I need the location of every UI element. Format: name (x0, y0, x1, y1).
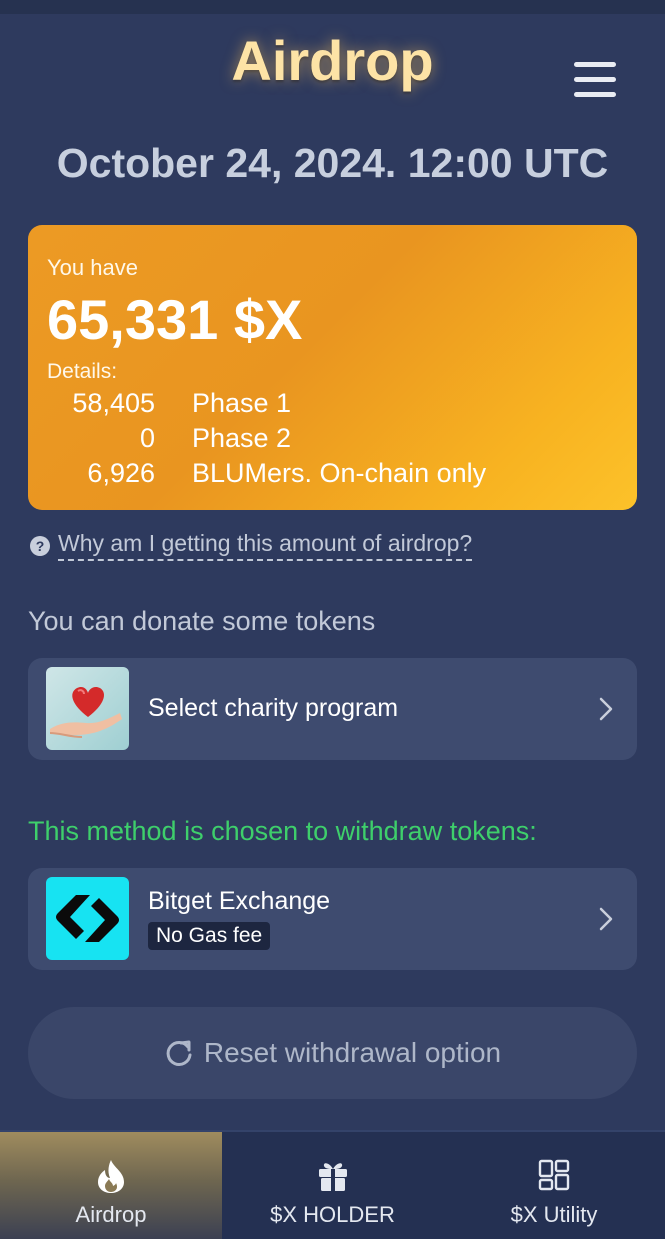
details-row-phase-1: 58,405 Phase 1 (47, 388, 607, 422)
reset-button-label: Reset withdrawal option (203, 1037, 502, 1068)
no-gas-fee-badge: No Gas fee (148, 922, 271, 950)
details-label: Details: (47, 360, 118, 383)
bottom-navigation: Airdrop $X HOLDER $X Utility (0, 1130, 665, 1239)
balance-amount: 65,331 $X (47, 288, 303, 351)
details-row-blumers: 6,926 BLUMers. On-chain only (47, 458, 607, 492)
chevron-right-icon (599, 907, 613, 931)
question-circle-icon: ? (30, 535, 50, 556)
balance-card: You have 65,331 $X Details: 58,405 Phase… (28, 225, 637, 510)
details-row-phase-2: 0 Phase 2 (47, 423, 607, 457)
nav-tab-x-utility[interactable]: $X Utility (443, 1132, 665, 1239)
page-title: Airdrop (231, 29, 434, 92)
withdraw-method-button[interactable]: Bitget Exchange No Gas fee (28, 868, 637, 970)
withdraw-method-name: Bitget Exchange (148, 887, 331, 915)
details-label-text: Phase 1 (192, 388, 292, 418)
bitget-logo-icon (46, 877, 129, 960)
faq-link-text[interactable]: Why am I getting this amount of airdrop? (58, 530, 473, 561)
gift-icon (318, 1163, 347, 1191)
details-label-text: BLUMers. On-chain only (192, 458, 487, 488)
nav-tab-x-holder[interactable]: $X HOLDER (222, 1132, 443, 1239)
nav-tab-airdrop[interactable]: Airdrop (0, 1132, 222, 1239)
flame-icon (98, 1160, 124, 1193)
chevron-right-icon (599, 697, 613, 721)
refresh-icon (166, 1040, 192, 1066)
dashboard-grid-icon (538, 1159, 570, 1191)
details-label-text: Phase 2 (192, 423, 292, 453)
details-value: 0 (139, 423, 155, 453)
nav-label: $X HOLDER (270, 1202, 395, 1227)
nav-label: $X Utility (510, 1202, 598, 1227)
reset-withdrawal-button[interactable]: Reset withdrawal option (28, 1007, 637, 1099)
balance-label: You have (47, 255, 138, 280)
withdraw-method-heading: This method is chosen to withdraw tokens… (28, 816, 537, 846)
airdrop-date: October 24, 2024. 12:00 UTC (56, 140, 609, 186)
details-value: 6,926 (87, 458, 155, 488)
status-strip (0, 0, 665, 14)
select-charity-button[interactable]: Select charity program (28, 658, 637, 760)
hamburger-menu-icon[interactable] (572, 62, 620, 98)
heart-in-hand-icon (46, 667, 129, 750)
charity-option-label: Select charity program (148, 694, 399, 722)
details-value: 58,405 (72, 388, 155, 418)
donate-heading: You can donate some tokens (28, 606, 376, 636)
airdrop-amount-faq-link[interactable]: ? Why am I getting this amount of airdro… (30, 530, 473, 561)
nav-label: Airdrop (75, 1202, 147, 1227)
